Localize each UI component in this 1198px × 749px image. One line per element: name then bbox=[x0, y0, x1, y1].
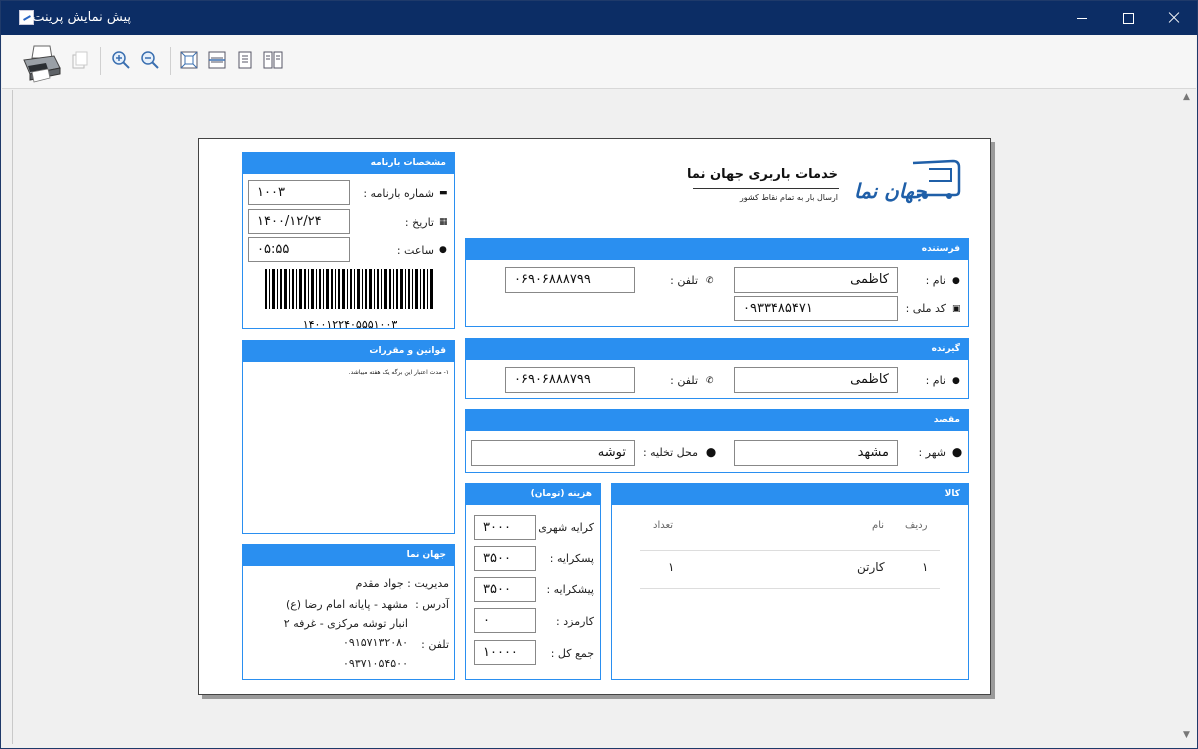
sender-name-field: کاظمی bbox=[734, 267, 898, 293]
receiver-name-field: کاظمی bbox=[734, 367, 898, 393]
cost-total-label: جمع کل : bbox=[550, 647, 594, 660]
cost-header: هزینه (تومان) bbox=[466, 484, 600, 505]
city-field: مشهد bbox=[734, 440, 898, 466]
time-field: ۰۵:۵۵ bbox=[248, 237, 350, 262]
goods-row-index: ۱ bbox=[922, 560, 929, 574]
cost-total-value: ۱۰۰۰۰ bbox=[474, 640, 536, 665]
company-info-header: جهان نما bbox=[243, 545, 454, 566]
rules-box: قوانین و مقررات ۱- مدت اعتبار این برگه ی… bbox=[242, 340, 455, 534]
sender-phone-field: ۰۶۹۰۶۸۸۸۷۹۹ bbox=[505, 267, 635, 293]
person-icon: ● bbox=[952, 376, 960, 386]
phone-2: ۰۹۳۷۱۰۵۴۵۰۰ bbox=[343, 657, 408, 670]
company-logo-text: جهان نما bbox=[854, 179, 927, 203]
bill-number-field: ۱۰۰۳ bbox=[248, 180, 350, 205]
date-label: تاریخ : bbox=[404, 216, 434, 229]
close-button[interactable] bbox=[1151, 1, 1197, 35]
clock-icon: ● bbox=[439, 245, 447, 255]
sender-header: فرستنده bbox=[466, 239, 968, 260]
cost-row-value: ۳۵۰۰ bbox=[474, 577, 536, 602]
column-header-name: نام bbox=[872, 520, 885, 531]
table-divider bbox=[640, 550, 940, 551]
scroll-down-icon[interactable]: ▼ bbox=[1183, 730, 1190, 740]
column-header-qty: تعداد bbox=[653, 520, 674, 531]
goods-row-name: کارتن bbox=[857, 560, 885, 574]
cost-row-value: ۰ bbox=[474, 608, 536, 633]
address-line-2: انبار توشه مرکزی - غرفه ۲ bbox=[283, 617, 408, 630]
two-pages-icon[interactable] bbox=[262, 49, 284, 71]
title-underline bbox=[693, 188, 839, 189]
copy-icon[interactable] bbox=[69, 49, 91, 71]
cost-row-label: کارمزد : bbox=[556, 615, 594, 628]
cost-box: هزینه (تومان) کرایه شهری : ۳۰۰۰ پسکرایه … bbox=[465, 483, 601, 680]
cost-row-label: پسکرایه : bbox=[549, 552, 594, 565]
city-label: شهر : bbox=[918, 446, 946, 459]
cost-row-value: ۳۵۰۰ bbox=[474, 546, 536, 571]
window-title: پیش نمایش پرینت bbox=[32, 10, 131, 25]
destination-box: مقصد ⬤ شهر : مشهد ⬤ محل تخلیه : توشه bbox=[465, 409, 969, 473]
printer-icon[interactable] bbox=[20, 42, 62, 84]
company-title: خدمات باربری جهان نما bbox=[687, 167, 838, 182]
address-label: آدرس : bbox=[415, 598, 449, 611]
sender-box: فرستنده ● نام : کاظمی ✆ تلفن : ۰۶۹۰۶۸۸۸۷… bbox=[465, 238, 969, 327]
toolbar bbox=[2, 35, 1196, 89]
bill-number-icon: ▬ bbox=[439, 188, 448, 198]
phone-1: ۰۹۱۵۷۱۳۲۰۸۰ bbox=[343, 636, 408, 649]
calendar-icon: ▦ bbox=[439, 217, 448, 227]
receiver-name-label: نام : bbox=[925, 374, 946, 387]
toolbar-separator bbox=[100, 47, 101, 75]
vertical-scrollbar[interactable]: ▲ ▼ bbox=[1178, 90, 1196, 744]
phone-icon: ✆ bbox=[706, 276, 714, 286]
receiver-header: گیرنده bbox=[466, 339, 968, 360]
rules-text: ۱- مدت اعتبار این برگه یک هفته میباشد. bbox=[348, 369, 449, 376]
sender-name-label: نام : bbox=[925, 274, 946, 287]
date-field: ۱۴۰۰/۱۲/۲۴ bbox=[248, 209, 350, 234]
sender-phone-label: تلفن : bbox=[670, 274, 698, 287]
print-preview-window: پیش نمایش پرینت ▲ ▼ جهان نما خدمات باربر… bbox=[0, 0, 1198, 749]
time-label: ساعت : bbox=[396, 244, 434, 257]
phone-label: تلفن : bbox=[421, 638, 449, 651]
company-subtitle: ارسال بار به تمام نقاط کشور bbox=[739, 193, 838, 202]
zoom-out-icon[interactable] bbox=[139, 49, 161, 71]
unload-location-icon: ⬤ bbox=[706, 448, 717, 458]
cost-row-label: کرایه شهری : bbox=[531, 521, 594, 534]
receiver-box: گیرنده ● نام : کاظمی ✆ تلفن : ۰۶۹۰۶۸۸۸۷۹… bbox=[465, 338, 969, 399]
fit-page-icon[interactable] bbox=[178, 49, 200, 71]
column-header-row: ردیف bbox=[905, 520, 928, 531]
maximize-button[interactable] bbox=[1105, 1, 1151, 35]
cost-row-label: پیشکرایه : bbox=[546, 583, 594, 596]
receiver-phone-label: تلفن : bbox=[670, 374, 698, 387]
title-bar: پیش نمایش پرینت bbox=[1, 1, 1197, 35]
table-divider bbox=[640, 588, 940, 589]
zoom-in-icon[interactable] bbox=[110, 49, 132, 71]
phone-icon: ✆ bbox=[706, 376, 714, 386]
goods-box: کالا ردیف نام تعداد ۱ کارتن ۱ bbox=[611, 483, 969, 680]
minimize-button[interactable] bbox=[1059, 1, 1105, 35]
unload-field: توشه bbox=[471, 440, 635, 466]
rules-header: قوانین و مقررات bbox=[243, 341, 454, 362]
sender-national-id-label: کد ملی : bbox=[905, 302, 946, 315]
invoice-page: جهان نما خدمات باربری جهان نما ارسال بار… bbox=[198, 138, 991, 695]
address-line-1: مشهد - پایانه امام رضا (ع) bbox=[285, 598, 408, 611]
barcode-icon bbox=[265, 269, 433, 309]
toolbar-separator bbox=[170, 47, 171, 75]
sender-national-id-field: ۰۹۳۳۴۸۵۴۷۱ bbox=[734, 296, 898, 321]
goods-header: کالا bbox=[612, 484, 968, 505]
scroll-up-icon[interactable]: ▲ bbox=[1183, 92, 1190, 102]
company-info-box: جهان نما مدیریت : جواد مقدم آدرس : مشهد … bbox=[242, 544, 455, 680]
fit-width-icon[interactable] bbox=[206, 49, 228, 71]
bill-info-header: مشخصات بارنامه bbox=[243, 153, 454, 174]
cost-row-value: ۳۰۰۰ bbox=[474, 515, 536, 540]
id-card-icon: ▣ bbox=[952, 304, 961, 314]
destination-header: مقصد bbox=[466, 410, 968, 431]
bill-info-box: مشخصات بارنامه ▬ شماره بارنامه : ۱۰۰۳ ▦ … bbox=[242, 152, 455, 331]
management-text: مدیریت : جواد مقدم bbox=[355, 577, 449, 590]
goods-row-qty: ۱ bbox=[668, 560, 675, 574]
unload-label: محل تخلیه : bbox=[642, 446, 698, 459]
bill-number-label: شماره بارنامه : bbox=[363, 187, 434, 200]
single-page-icon[interactable] bbox=[234, 49, 256, 71]
receiver-phone-field: ۰۶۹۰۶۸۸۸۷۹۹ bbox=[505, 367, 635, 393]
person-icon: ● bbox=[952, 276, 960, 286]
barcode-number: ۱۴۰۰۱۲۲۴۰۵۵۵۱۰۰۳ bbox=[302, 318, 398, 331]
location-pin-icon: ⬤ bbox=[952, 448, 963, 458]
